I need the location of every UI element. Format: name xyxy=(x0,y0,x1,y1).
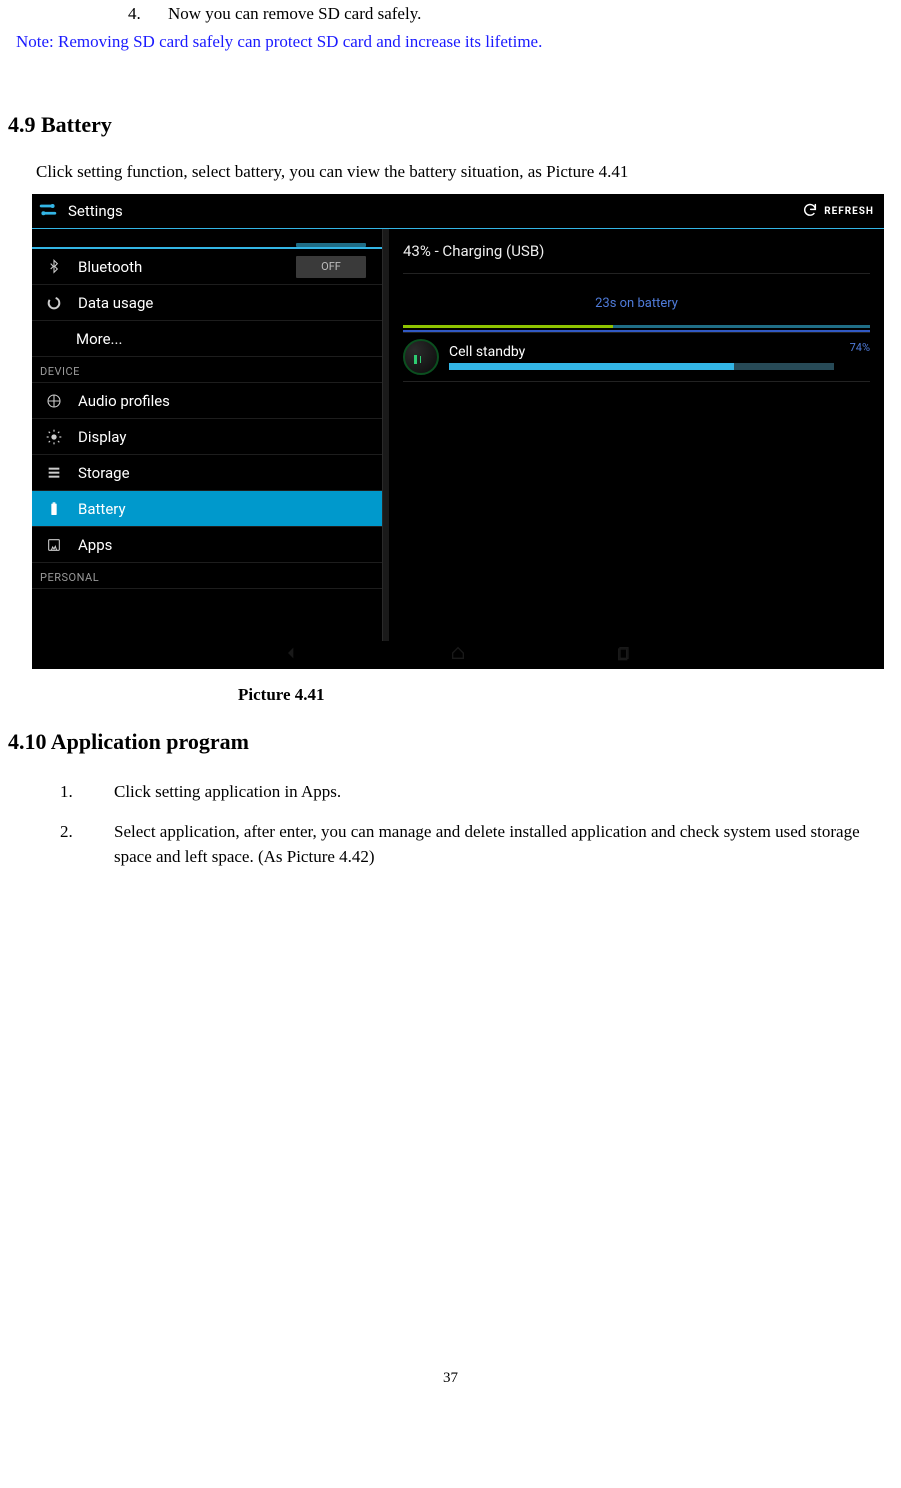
sidebar-label: More... xyxy=(76,330,122,348)
recent-icon[interactable] xyxy=(616,645,632,665)
sidebar-label: Bluetooth xyxy=(78,258,142,276)
settings-screenshot: Settings REFRESH Bluetooth OFF xyxy=(32,194,884,669)
paragraph: Click setting function, select battery, … xyxy=(36,162,893,182)
sidebar-item-data-usage[interactable]: Data usage xyxy=(32,285,382,321)
bluetooth-icon xyxy=(44,257,64,277)
refresh-icon xyxy=(802,202,818,221)
sidebar-item-bluetooth[interactable]: Bluetooth OFF xyxy=(32,249,382,285)
data-usage-icon xyxy=(44,293,64,313)
note-text: Note: Removing SD card safely can protec… xyxy=(16,32,885,52)
step-text: Click setting application in Apps. xyxy=(114,779,341,805)
apps-icon xyxy=(44,535,64,555)
sidebar-item-display[interactable]: Display xyxy=(32,419,382,455)
sidebar-item-wifi[interactable] xyxy=(32,229,382,249)
app-title: Settings xyxy=(68,202,123,220)
sidebar-category-personal: PERSONAL xyxy=(32,563,382,589)
sidebar-label: Display xyxy=(78,428,126,446)
sidebar-label: Battery xyxy=(78,500,126,518)
battery-graph-underline xyxy=(403,330,870,332)
heading-4-10: 4.10 Application program xyxy=(8,729,893,755)
heading-4-9: 4.9 Battery xyxy=(8,112,893,138)
battery-graph-bar xyxy=(403,325,870,328)
sidebar-label: Data usage xyxy=(78,294,153,312)
list-text: Now you can remove SD card safely. xyxy=(168,4,421,24)
audio-icon xyxy=(44,391,64,411)
settings-sidebar: Bluetooth OFF Data usage More... DEVICE … xyxy=(32,229,383,641)
settings-icon xyxy=(36,199,60,223)
battery-usage-row[interactable]: Cell standby 74% xyxy=(403,333,870,382)
display-icon xyxy=(44,427,64,447)
storage-icon xyxy=(44,463,64,483)
sidebar-label: Apps xyxy=(78,536,112,554)
figure-caption: Picture 4.41 xyxy=(238,685,893,705)
list-number: 4. xyxy=(128,4,168,24)
bluetooth-toggle-off[interactable]: OFF xyxy=(296,256,366,278)
refresh-label: REFRESH xyxy=(824,206,874,217)
battery-status-text: 43% - Charging (USB) xyxy=(403,242,544,260)
step-number: 2. xyxy=(60,819,114,870)
step-text: Select application, after enter, you can… xyxy=(114,819,893,870)
usage-bar xyxy=(449,363,834,370)
list-item-4: 4. Now you can remove SD card safely. xyxy=(128,4,893,24)
battery-icon xyxy=(44,499,64,519)
wifi-toggle-on[interactable] xyxy=(296,243,366,247)
step-2: 2. Select application, after enter, you … xyxy=(60,819,893,870)
sidebar-category-device: DEVICE xyxy=(32,357,382,383)
step-1: 1. Click setting application in Apps. xyxy=(60,779,893,805)
android-nav-bar xyxy=(32,641,884,669)
cell-standby-icon xyxy=(403,339,439,375)
app-header: Settings REFRESH xyxy=(32,194,884,229)
page-number: 37 xyxy=(8,1370,893,1387)
battery-graph-label: 23s on battery xyxy=(595,296,678,311)
sidebar-item-battery[interactable]: Battery xyxy=(32,491,382,527)
battery-status-row[interactable]: 43% - Charging (USB) xyxy=(403,229,870,274)
step-number: 1. xyxy=(60,779,114,805)
battery-graph-row[interactable]: 23s on battery xyxy=(403,274,870,333)
sidebar-item-audio-profiles[interactable]: Audio profiles xyxy=(32,383,382,419)
back-icon[interactable] xyxy=(284,645,300,665)
sidebar-label: Audio profiles xyxy=(78,392,170,410)
sidebar-label: Storage xyxy=(78,464,130,482)
battery-content: 43% - Charging (USB) 23s on battery Cell… xyxy=(389,229,884,641)
usage-title: Cell standby xyxy=(449,344,834,360)
usage-percent: 74% xyxy=(850,341,870,354)
refresh-button[interactable]: REFRESH xyxy=(802,202,874,221)
sidebar-item-more[interactable]: More... xyxy=(32,321,382,357)
home-icon[interactable] xyxy=(450,645,466,665)
sidebar-item-apps[interactable]: Apps xyxy=(32,527,382,563)
sidebar-item-storage[interactable]: Storage xyxy=(32,455,382,491)
